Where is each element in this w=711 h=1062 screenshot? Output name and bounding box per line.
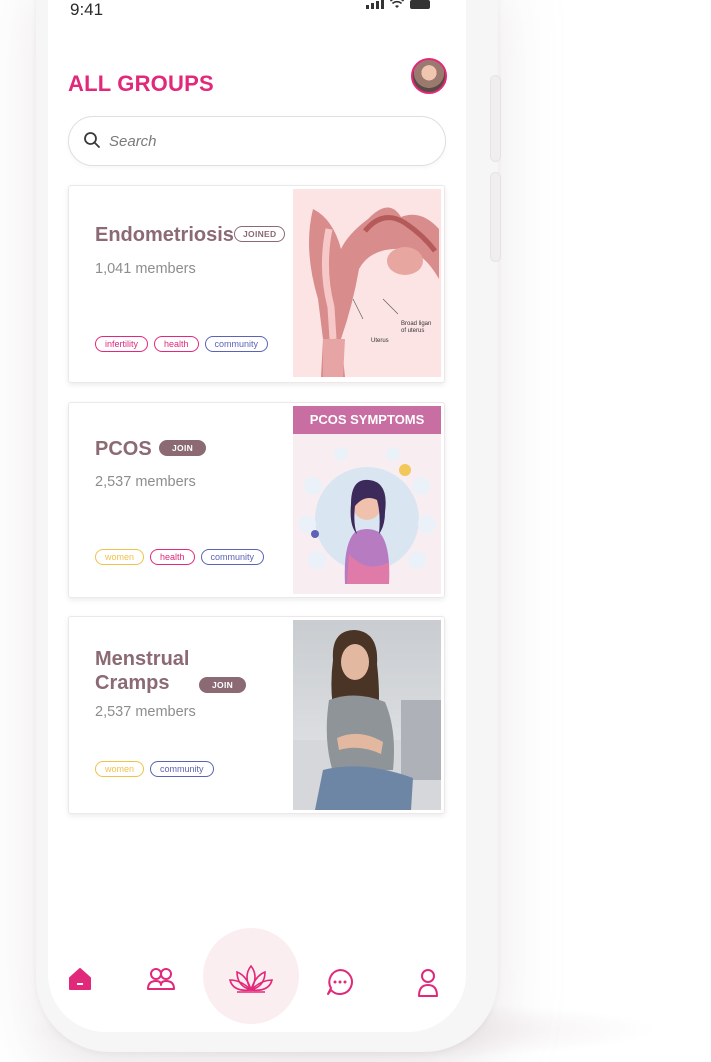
join-button[interactable]: JOIN: [199, 677, 247, 693]
battery-icon: [410, 0, 430, 9]
group-card-menstrual-cramps[interactable]: Menstrual Cramps JOIN 2,537 members wome…: [68, 616, 445, 814]
image-label: Uterus: [371, 338, 389, 344]
volume-up-button: [490, 75, 501, 162]
member-count: 2,537 members: [95, 704, 196, 720]
menstrual-cramps-photo: [293, 620, 441, 810]
tag[interactable]: women: [95, 761, 145, 777]
nav-home[interactable]: [64, 962, 96, 996]
group-card-endometriosis[interactable]: Endometriosis JOINED 1,041 members infer…: [68, 185, 445, 383]
search-icon: [84, 132, 100, 148]
status-time: 9:41: [70, 0, 104, 19]
avatar[interactable]: [411, 58, 447, 94]
tag[interactable]: women: [95, 549, 145, 565]
nav-lotus[interactable]: [228, 962, 274, 996]
image-label: of uterus: [401, 328, 424, 334]
tag[interactable]: infertility: [95, 336, 149, 352]
pcos-image-title: PCOS SYMPTOMS: [293, 406, 441, 434]
status-icons: [366, 0, 430, 9]
nav-groups[interactable]: [145, 962, 177, 996]
search-input[interactable]: [107, 129, 411, 153]
wifi-icon: [390, 0, 404, 8]
signal-icon: [366, 0, 384, 9]
home-icon: [69, 968, 91, 990]
group-name: Endometriosis: [95, 224, 234, 246]
tag[interactable]: health: [150, 549, 195, 565]
volume-down-button: [490, 172, 501, 262]
group-name-line1: Menstrual: [95, 648, 190, 670]
member-count: 2,537 members: [95, 474, 196, 490]
lotus-icon: [229, 964, 273, 993]
joined-badge[interactable]: JOINED: [234, 226, 286, 242]
nav-chat[interactable]: [324, 965, 356, 999]
page-title: ALL GROUPS: [68, 71, 214, 96]
tag-list: women community: [95, 761, 214, 777]
image-label: Broad ligan: [401, 321, 431, 327]
woman-photo: [293, 630, 441, 810]
member-count: 1,041 members: [95, 261, 196, 277]
tag[interactable]: community: [204, 336, 269, 352]
nav-profile[interactable]: [412, 966, 444, 1000]
group-name-line2: Cramps: [95, 672, 170, 694]
tag[interactable]: community: [150, 761, 214, 777]
search-bar[interactable]: [68, 116, 446, 166]
groups-icon: [147, 968, 175, 990]
tag-list: infertility health community: [95, 336, 269, 352]
group-name: PCOS: [95, 438, 152, 460]
pcos-infographic: [298, 447, 436, 584]
chat-icon: [327, 969, 353, 995]
group-card-pcos[interactable]: PCOS JOIN 2,537 members women health com…: [68, 402, 445, 598]
endometriosis-image: Broad ligan of uterus Uterus: [293, 189, 441, 377]
join-button[interactable]: JOIN: [159, 440, 207, 456]
app-screen: 9:41 ALL GROUPS Endometriosis JOINED 1,0…: [48, 0, 466, 1032]
profile-icon: [418, 969, 438, 997]
pcos-image: PCOS SYMPTOMS: [293, 406, 441, 594]
tag[interactable]: health: [154, 336, 199, 352]
tag-list: women health community: [95, 549, 265, 565]
tag[interactable]: community: [200, 549, 265, 565]
uterus-illustration: Broad ligan of uterus Uterus: [309, 207, 439, 377]
